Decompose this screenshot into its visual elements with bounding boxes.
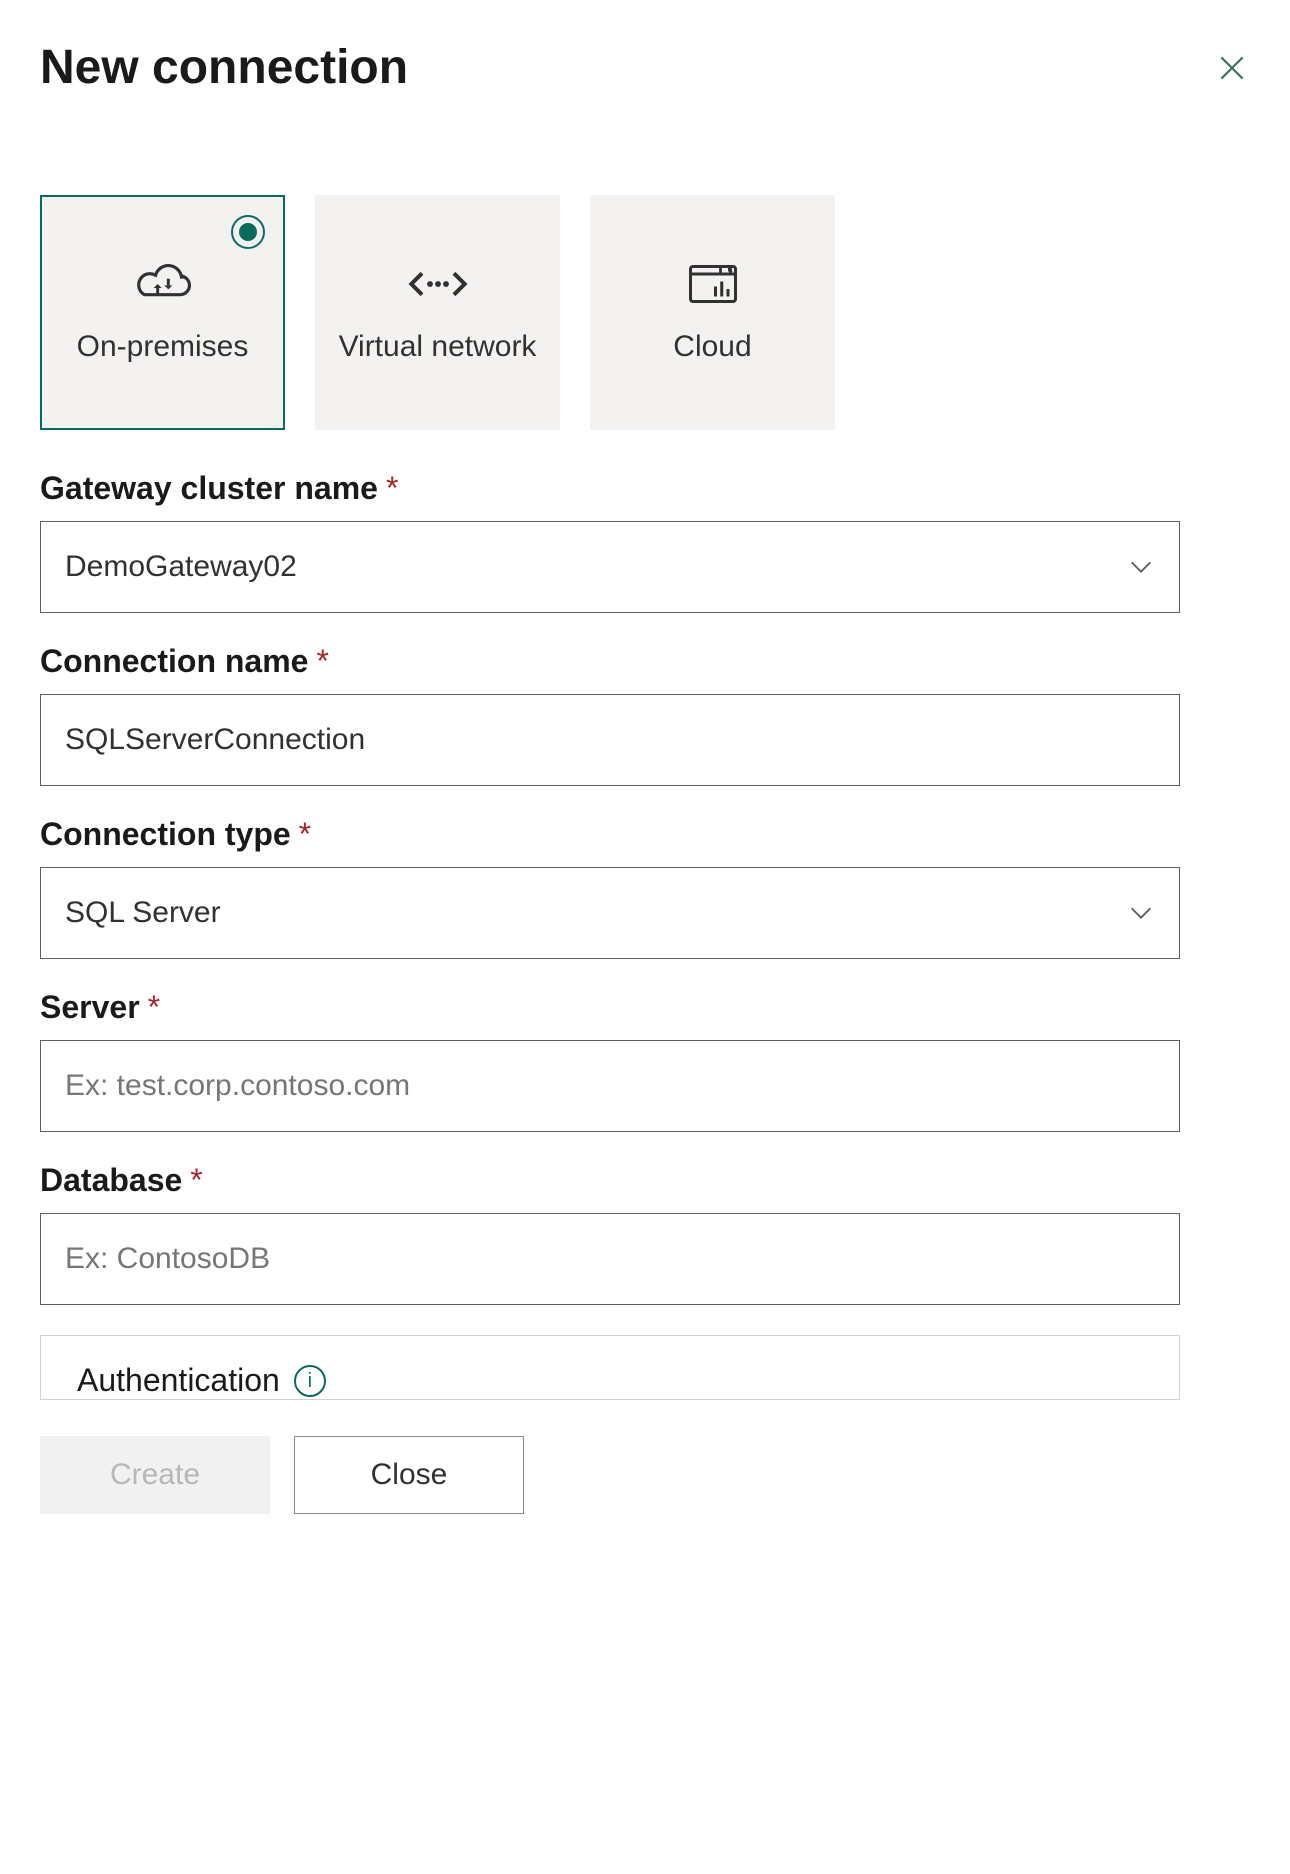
close-icon <box>1216 52 1248 84</box>
gateway-label: Gateway cluster name <box>40 470 378 507</box>
gateway-value: DemoGateway02 <box>65 550 297 584</box>
info-icon[interactable]: i <box>294 1365 326 1397</box>
server-label: Server <box>40 989 140 1026</box>
server-input[interactable] <box>65 1041 1155 1131</box>
connection-type-select[interactable]: SQL Server <box>40 867 1180 959</box>
database-input[interactable] <box>65 1214 1155 1304</box>
chevron-down-icon <box>1127 553 1155 581</box>
required-marker: * <box>386 470 398 507</box>
required-marker: * <box>316 643 328 680</box>
connection-name-label: Connection name <box>40 643 308 680</box>
close-panel-button[interactable] <box>1214 50 1250 86</box>
connection-type-label: Virtual network <box>325 327 551 366</box>
connection-type-group: On-premises Virtual network <box>40 195 1250 430</box>
create-button: Create <box>40 1436 270 1514</box>
connection-type-virtual-network[interactable]: Virtual network <box>315 195 560 430</box>
connection-type-label-field: Connection type <box>40 816 291 853</box>
vnet-icon <box>406 259 470 309</box>
close-button[interactable]: Close <box>294 1436 524 1514</box>
database-label: Database <box>40 1162 182 1199</box>
connection-type-label: Cloud <box>659 327 765 366</box>
connection-type-on-premises[interactable]: On-premises <box>40 195 285 430</box>
required-marker: * <box>299 816 311 853</box>
required-marker: * <box>190 1162 202 1199</box>
cloud-sync-icon <box>131 259 195 309</box>
gateway-select[interactable]: DemoGateway02 <box>40 521 1180 613</box>
authentication-section: Authentication i <box>40 1335 1180 1400</box>
connection-type-label: On-premises <box>63 327 263 366</box>
required-marker: * <box>148 989 160 1026</box>
page-title: New connection <box>40 40 408 95</box>
cloud-report-icon <box>683 259 743 309</box>
authentication-title: Authentication <box>77 1362 280 1399</box>
radio-selected-icon <box>231 215 265 249</box>
chevron-down-icon <box>1127 899 1155 927</box>
connection-type-cloud[interactable]: Cloud <box>590 195 835 430</box>
connection-name-input[interactable] <box>65 695 1155 785</box>
connection-type-value: SQL Server <box>65 896 221 930</box>
